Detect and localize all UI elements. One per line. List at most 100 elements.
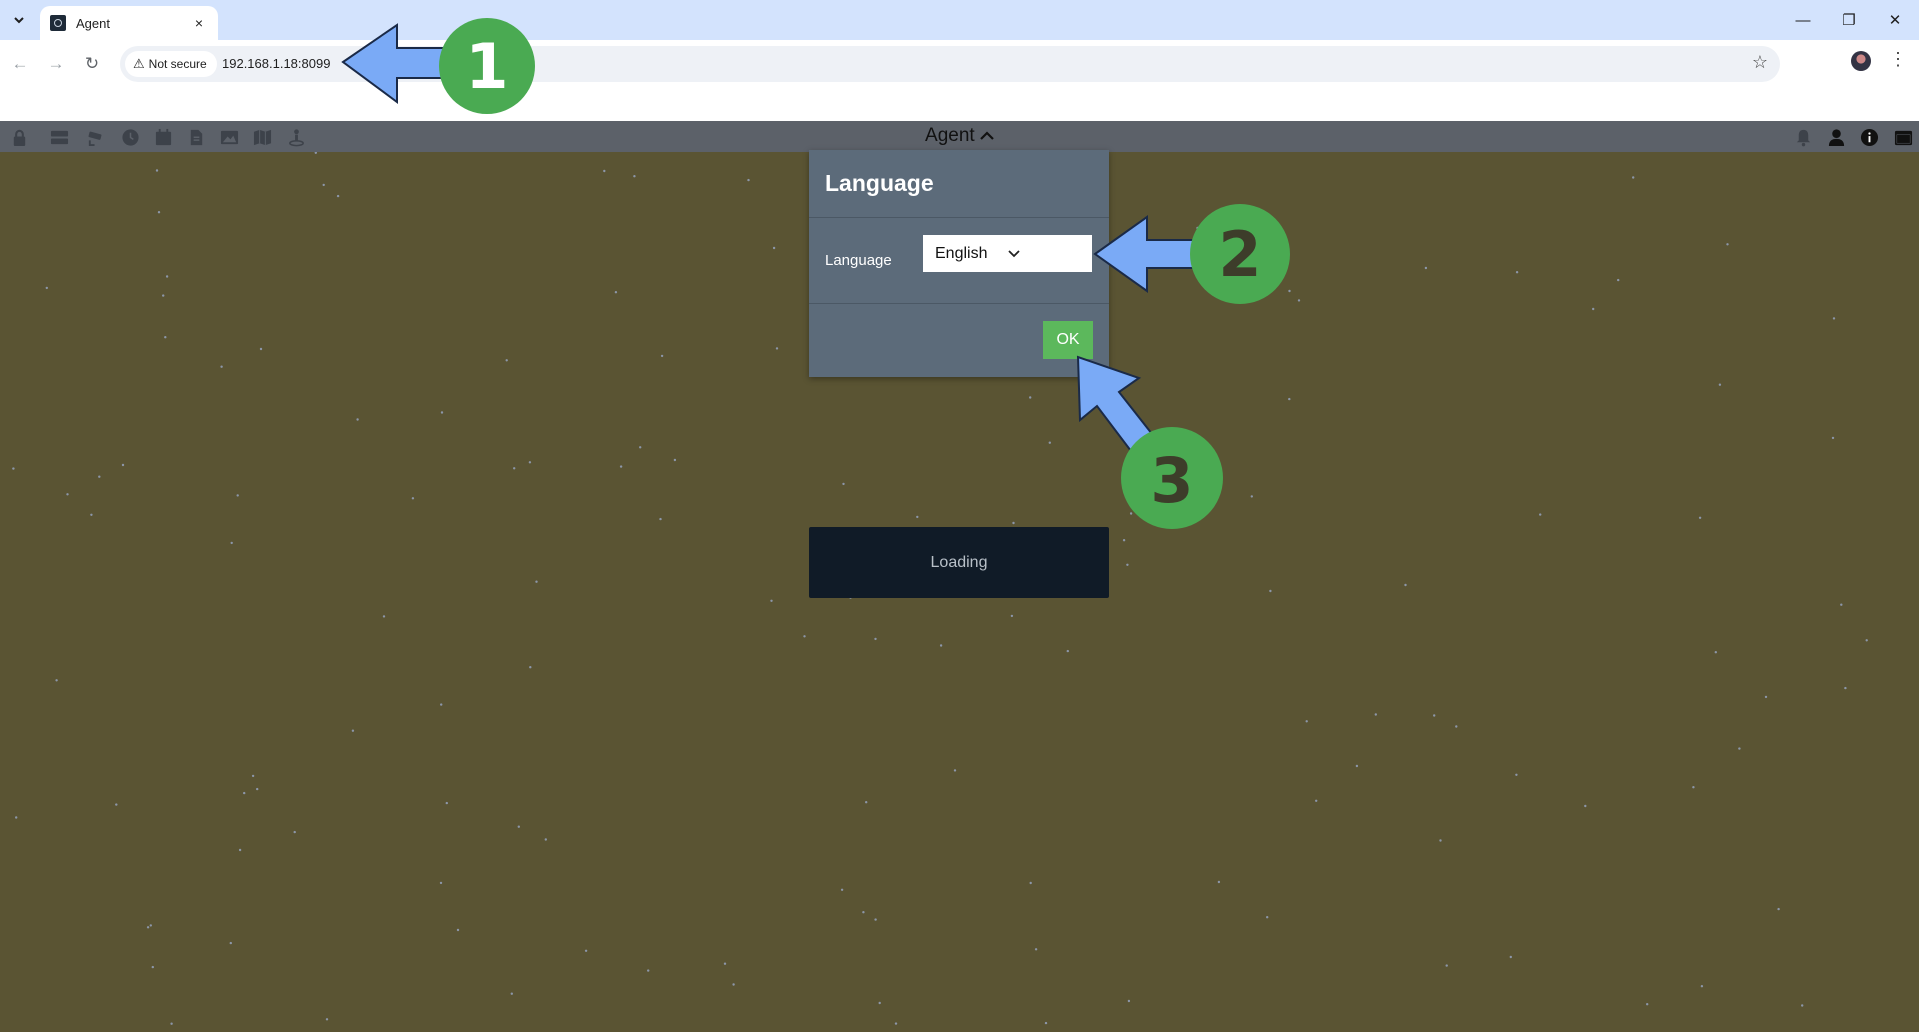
- background-dot: [878, 1001, 881, 1005]
- forward-icon[interactable]: →: [42, 50, 70, 78]
- background-dot: [314, 152, 317, 154]
- background-dot: [1127, 999, 1131, 1003]
- close-window-icon[interactable]: ✕: [1872, 0, 1918, 40]
- background-dot: [1196, 226, 1199, 230]
- background-dot: [647, 969, 650, 972]
- background-dot: [12, 467, 15, 470]
- background-dot: [723, 962, 727, 965]
- background-dot: [293, 830, 296, 834]
- selected-language: English: [935, 244, 988, 262]
- background-dot: [1592, 307, 1595, 311]
- window-icon[interactable]: [1893, 127, 1913, 147]
- background-dot: [1714, 651, 1718, 654]
- language-select[interactable]: English: [923, 235, 1092, 272]
- background-dot: [1269, 589, 1272, 593]
- background-dot: [445, 801, 448, 805]
- background-dot: [660, 354, 664, 358]
- background-dot: [840, 888, 844, 891]
- background-dot: [411, 497, 415, 500]
- background-dot: [1129, 512, 1133, 515]
- dialog-header: Language: [809, 150, 1109, 218]
- background-dot: [544, 838, 547, 841]
- reload-icon[interactable]: ↻: [78, 50, 106, 78]
- background-dot: [98, 475, 101, 478]
- background-dot: [259, 347, 263, 351]
- background-dot: [151, 965, 154, 969]
- background-dot: [1801, 1004, 1804, 1007]
- background-dot: [894, 1022, 898, 1025]
- background-dot: [1155, 504, 1159, 507]
- background-dot: [603, 169, 606, 173]
- bell-icon[interactable]: [1793, 127, 1813, 147]
- info-icon[interactable]: [1859, 127, 1879, 147]
- browser-tab[interactable]: Agent ×: [40, 6, 218, 40]
- background-dot: [1169, 488, 1173, 492]
- background-dot: [747, 178, 750, 182]
- background-dot: [1305, 720, 1308, 723]
- background-dot: [1048, 441, 1052, 444]
- background-dot: [1455, 725, 1458, 728]
- background-dot: [1840, 603, 1843, 606]
- tab-search-icon[interactable]: [6, 8, 32, 32]
- security-chip[interactable]: ⚠ Not secure: [125, 51, 217, 77]
- background-dot: [510, 992, 513, 995]
- background-dot: [1700, 985, 1704, 988]
- background-dot: [157, 211, 161, 214]
- background-dot: [1831, 436, 1835, 440]
- dialog-title: Language: [825, 170, 934, 196]
- background-dot: [229, 941, 232, 945]
- background-dot: [1029, 881, 1032, 885]
- menu-kebab-icon[interactable]: ⋮: [1889, 49, 1907, 70]
- background-dot: [256, 787, 259, 791]
- background-dot: [1777, 907, 1780, 911]
- background-dot: [1509, 955, 1513, 959]
- background-dot: [325, 1018, 329, 1021]
- background-dot: [382, 615, 386, 618]
- restore-icon[interactable]: ❐: [1826, 0, 1872, 40]
- background-dot: [1632, 176, 1635, 179]
- agent-favicon-icon: [50, 15, 66, 31]
- minimize-icon[interactable]: —: [1780, 0, 1826, 40]
- background-dot: [251, 774, 255, 778]
- background-dot: [1844, 686, 1847, 690]
- background-dot: [238, 848, 242, 852]
- browser-toolbar: ← → ↻ ⚠ Not secure 192.168.1.18:8099 ☆ ⋮: [0, 40, 1919, 121]
- ok-button[interactable]: OK: [1043, 321, 1093, 359]
- background-dot: [1865, 639, 1868, 642]
- background-dot: [803, 635, 806, 638]
- background-dot: [1288, 289, 1291, 293]
- background-dot: [1374, 713, 1378, 716]
- background-dot: [322, 183, 325, 187]
- address-bar[interactable]: ⚠ Not secure 192.168.1.18:8099 ☆: [120, 46, 1780, 82]
- app-title[interactable]: Agent: [0, 125, 1919, 147]
- background-dot: [440, 411, 444, 414]
- background-dot: [243, 791, 246, 795]
- background-dot: [1764, 695, 1768, 699]
- background-dot: [1010, 614, 1014, 618]
- url-text[interactable]: 192.168.1.18:8099: [222, 56, 330, 71]
- background-dot: [236, 494, 239, 497]
- background-dot: [155, 169, 159, 172]
- background-dot: [230, 541, 233, 545]
- background-dot: [1832, 317, 1836, 320]
- background-dot: [220, 365, 223, 368]
- user-icon[interactable]: [1826, 127, 1846, 147]
- background-dot: [162, 294, 165, 297]
- tab-title: Agent: [76, 15, 110, 31]
- background-dot: [939, 644, 943, 647]
- background-dot: [170, 1022, 173, 1025]
- background-dot: [1266, 916, 1269, 919]
- bookmark-star-icon[interactable]: ☆: [1752, 52, 1768, 73]
- tab-close-icon[interactable]: ×: [190, 15, 208, 31]
- back-icon[interactable]: ←: [6, 50, 34, 78]
- background-dot: [535, 580, 538, 583]
- background-dot: [1617, 278, 1620, 282]
- background-dot: [1646, 1003, 1649, 1006]
- background-dot: [146, 926, 150, 929]
- background-dot: [1539, 513, 1542, 516]
- background-dot: [874, 637, 877, 641]
- background-dot: [1433, 714, 1436, 717]
- background-dot: [1439, 839, 1442, 842]
- background-dot: [1034, 948, 1038, 951]
- profile-avatar[interactable]: [1851, 51, 1871, 71]
